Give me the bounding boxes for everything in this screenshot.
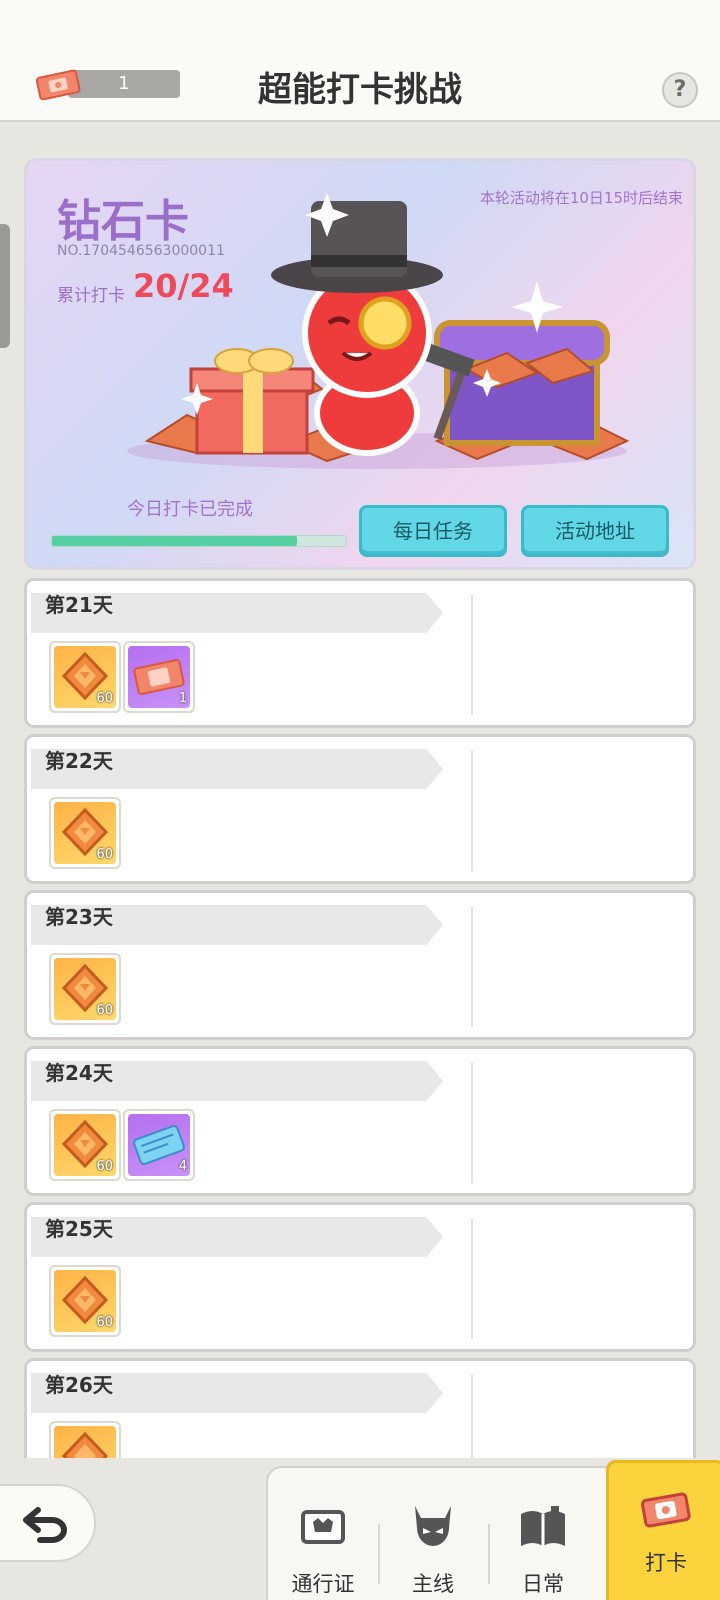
reward-quantity: 4	[178, 1159, 187, 1174]
reward-gold-item[interactable]: 60	[49, 1109, 121, 1181]
divider	[471, 1219, 473, 1339]
devil-icon	[415, 1506, 451, 1546]
checkin-progress-fill	[52, 536, 297, 546]
tab-pass[interactable]: 通行证	[268, 1502, 378, 1600]
card-name: 钻石卡	[57, 196, 189, 247]
reward-quantity: 60	[96, 1003, 113, 1018]
tab-label: 主线	[412, 1572, 454, 1596]
card-number: NO.1704546563000011	[57, 243, 225, 259]
day-reward-list[interactable]: 第21天 60 1 第22天 60 第23天 60 第24天 60 4 第25天…	[24, 578, 696, 1458]
day-card: 第23天 60	[24, 890, 696, 1040]
checkin-label: 累计打卡	[57, 286, 125, 306]
bottom-navigation: 通行证 主线 日常 打卡	[0, 1440, 720, 1600]
day-label: 第23天	[45, 905, 113, 929]
checkin-progress-bar	[51, 535, 347, 547]
tab-label: 通行证	[291, 1572, 355, 1596]
diamond-card-banner: 钻石卡 NO.1704546563000011 累计打卡 20/24 本轮活动将…	[24, 158, 696, 570]
reward-gold-item[interactable]: 60	[49, 641, 121, 713]
help-button[interactable]: ?	[662, 72, 698, 108]
reward-quantity: 60	[96, 691, 113, 706]
tab-main[interactable]: 主线	[378, 1502, 488, 1600]
divider	[471, 751, 473, 871]
reward-icon-bg: 60	[54, 1270, 116, 1332]
tab-label: 日常	[522, 1572, 564, 1596]
tab-daily[interactable]: 日常	[488, 1502, 598, 1600]
divider	[471, 1063, 473, 1183]
pass-tab-icon	[301, 1510, 345, 1544]
divider	[471, 595, 473, 715]
reward-quantity: 60	[96, 847, 113, 862]
reward-gold-item[interactable]: 60	[49, 953, 121, 1025]
day-card: 第21天 60 1	[24, 578, 696, 728]
reward-icon-bg: 60	[54, 1114, 116, 1176]
reward-quantity: 60	[96, 1159, 113, 1174]
activity-address-button[interactable]: 活动地址	[521, 505, 669, 557]
reward-ticket-item[interactable]: 1	[123, 641, 195, 713]
tab-label: 打卡	[645, 1551, 687, 1575]
day-label: 第26天	[45, 1373, 113, 1397]
side-drawer-handle[interactable]	[0, 224, 10, 348]
reward-icon-bg: 60	[54, 802, 116, 864]
top-header: 1 超能打卡挑战 ?	[0, 0, 720, 122]
checkin-ticket-icon	[641, 1492, 691, 1528]
day-card: 第22天 60	[24, 734, 696, 884]
mascot-treasure-illustration	[127, 193, 630, 469]
reward-icon-bg: 60	[54, 958, 116, 1020]
reward-icon-bg: 60	[54, 646, 116, 708]
reward-pass-item[interactable]: 4	[123, 1109, 195, 1181]
day-label: 第25天	[45, 1217, 113, 1241]
reward-gold-item[interactable]: 60	[49, 1265, 121, 1337]
back-arrow-icon	[23, 1507, 67, 1543]
tab-checkin[interactable]: 打卡	[606, 1460, 720, 1600]
day-label: 第22天	[45, 749, 113, 773]
page-title: 超能打卡挑战	[258, 70, 462, 110]
today-status: 今日打卡已完成	[127, 499, 253, 520]
checkin-count: 20/24	[133, 267, 234, 305]
reward-icon-bg: 1	[128, 646, 190, 708]
day-label: 第24天	[45, 1061, 113, 1085]
day-card: 第25天 60	[24, 1202, 696, 1352]
daily-task-button[interactable]: 每日任务	[359, 505, 507, 557]
reward-quantity: 1	[178, 691, 187, 706]
day-card: 第24天 60 4	[24, 1046, 696, 1196]
reward-icon-bg: 4	[128, 1114, 190, 1176]
reward-gold-item[interactable]: 60	[49, 797, 121, 869]
book-icon	[521, 1506, 565, 1546]
back-button[interactable]	[0, 1484, 96, 1562]
day-label: 第21天	[45, 593, 113, 617]
divider	[471, 907, 473, 1027]
reward-quantity: 60	[96, 1315, 113, 1330]
activity-countdown: 本轮活动将在10日15时后结束	[479, 189, 683, 207]
